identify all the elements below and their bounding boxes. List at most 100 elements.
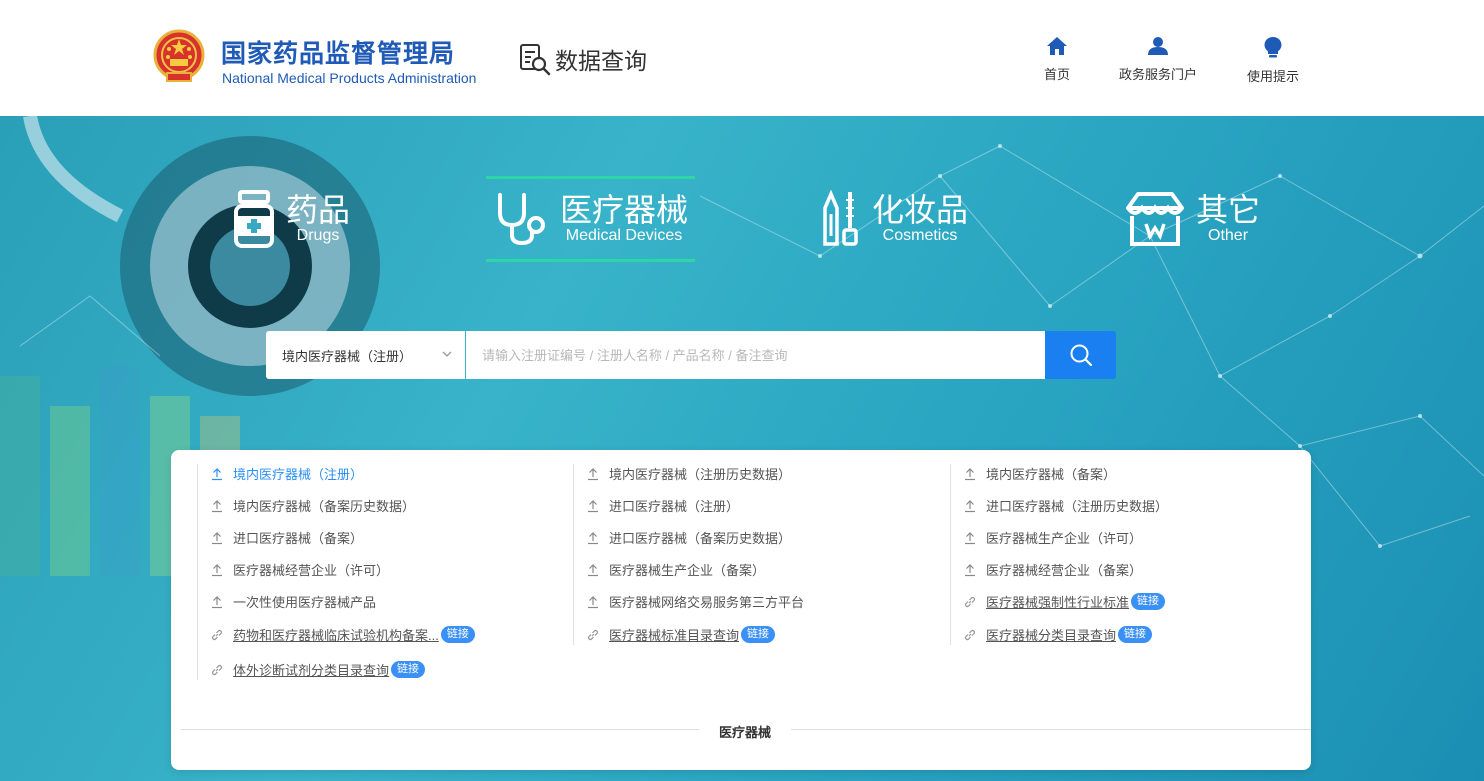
upload-icon xyxy=(588,563,598,576)
dataset-item[interactable]: 医疗器械经营企业（备案） xyxy=(963,560,1142,579)
upload-icon xyxy=(212,499,222,512)
dataset-item[interactable]: 境内医疗器械（备案） xyxy=(963,464,1116,483)
link-icon xyxy=(587,629,599,640)
upload-icon xyxy=(212,467,222,480)
upload-icon xyxy=(588,499,598,512)
store-icon xyxy=(1126,192,1184,246)
category-drugs-cn: 药品 xyxy=(286,192,351,228)
dataset-item[interactable]: 进口医疗器械（注册历史数据） xyxy=(963,496,1168,515)
nav-usage-tips-label: 使用提示 xyxy=(1246,69,1299,84)
logo-title-cn[interactable]: 国家药品监督管理局 xyxy=(221,34,455,70)
data-query-link[interactable]: 数据查询 xyxy=(519,42,647,76)
nav-home-label: 首页 xyxy=(1043,67,1070,82)
dataset-item[interactable]: 医疗器械强制性行业标准 链接 xyxy=(963,592,1166,611)
nav-service-portal[interactable]: 政务服务门户 xyxy=(1098,36,1218,83)
upload-icon xyxy=(588,595,598,608)
nav-usage-tips[interactable]: 使用提示 xyxy=(1213,36,1333,85)
link-badge: 链接 xyxy=(440,626,475,643)
dataset-item-label: 一次性使用医疗器械产品 xyxy=(233,595,377,610)
dataset-item-label: 境内医疗器械（备案） xyxy=(986,467,1117,482)
data-query-icon xyxy=(520,44,551,76)
card-section-label: 医疗器械 xyxy=(699,722,792,741)
dataset-item-label: 医疗器械经营企业（备案） xyxy=(986,563,1143,578)
dataset-item-label: 医疗器械生产企业（备案） xyxy=(609,563,766,578)
home-icon xyxy=(1047,37,1067,55)
dataset-item-label: 进口医疗器械（备案历史数据） xyxy=(609,531,792,546)
dataset-item[interactable]: 进口医疗器械（注册） xyxy=(586,496,739,515)
dataset-item[interactable]: 进口医疗器械（备案历史数据） xyxy=(586,528,791,547)
search-button[interactable] xyxy=(1045,331,1116,379)
dataset-item-label: 进口医疗器械（注册） xyxy=(609,499,740,514)
link-badge: 链接 xyxy=(1131,593,1166,610)
link-badge: 链接 xyxy=(391,661,426,678)
lightbulb-icon xyxy=(1264,37,1282,58)
national-emblem-icon xyxy=(153,29,205,82)
dataset-item-label: 医疗器械经营企业（许可） xyxy=(233,563,390,578)
dataset-item[interactable]: 药物和医疗器械临床试验机构备案... 链接 xyxy=(210,625,475,644)
dataset-item[interactable]: 医疗器械生产企业（许可） xyxy=(963,528,1142,547)
dataset-item[interactable]: 医疗器械标准目录查询 链接 xyxy=(586,625,776,644)
category-medical-devices-cn: 医疗器械 xyxy=(560,192,689,228)
dataset-item[interactable]: 境内医疗器械（注册历史数据） xyxy=(586,464,791,483)
link-icon xyxy=(964,596,976,607)
dataset-item-label: 药物和医疗器械临床试验机构备案... xyxy=(233,628,439,643)
header: 国家药品监督管理局 National Medical Products Admi… xyxy=(0,0,1484,116)
category-other-en: Other xyxy=(1208,227,1249,244)
dataset-item-label: 医疗器械网络交易服务第三方平台 xyxy=(609,595,805,610)
link-icon xyxy=(211,629,223,640)
upload-icon xyxy=(588,467,598,480)
link-icon xyxy=(964,629,976,640)
search-category-select[interactable]: 境内医疗器械（注册） xyxy=(266,331,465,379)
category-cosmetics-cn: 化妆品 xyxy=(872,192,969,228)
upload-icon xyxy=(212,563,222,576)
upload-icon xyxy=(588,531,598,544)
user-icon xyxy=(1148,37,1168,55)
dataset-item-label: 进口医疗器械（注册历史数据） xyxy=(986,499,1169,514)
dataset-item[interactable]: 医疗器械网络交易服务第三方平台 xyxy=(586,592,804,611)
category-drugs[interactable]: 药品 Drugs xyxy=(232,176,350,262)
dataset-item-label: 体外诊断试剂分类目录查询 xyxy=(233,663,390,678)
dataset-item[interactable]: 境内医疗器械（备案历史数据） xyxy=(210,496,415,515)
dataset-list-card: 境内医疗器械（注册） 境内医疗器械（备案历史数据） 进口医疗器械（备案） 医疗器械经营… xyxy=(171,450,1311,770)
category-other-cn: 其它 xyxy=(1196,192,1261,228)
medicine-bottle-icon xyxy=(234,190,274,248)
dataset-item-label: 境内医疗器械（备案历史数据） xyxy=(233,499,416,514)
dataset-item[interactable]: 体外诊断试剂分类目录查询 链接 xyxy=(210,660,426,679)
dataset-item-label: 医疗器械强制性行业标准 xyxy=(986,595,1130,610)
search-input[interactable] xyxy=(466,331,1045,379)
link-badge: 链接 xyxy=(741,626,776,643)
upload-icon xyxy=(965,467,975,480)
dataset-item[interactable]: 一次性使用医疗器械产品 xyxy=(210,592,376,611)
dataset-column-1: 境内医疗器械（注册） 境内医疗器械（备案历史数据） 进口医疗器械（备案） 医疗器械经营… xyxy=(197,464,573,680)
dataset-item-label: 进口医疗器械（备案） xyxy=(233,531,364,546)
upload-icon xyxy=(212,531,222,544)
dataset-item[interactable]: 医疗器械经营企业（许可） xyxy=(210,560,389,579)
hero-banner: 药品 Drugs 医疗器械 Medical Devices 化妆品 Cosmet… xyxy=(0,116,1484,781)
category-cosmetics-en: Cosmetics xyxy=(882,227,958,244)
category-medical-devices-en: Medical Devices xyxy=(565,227,683,244)
nav-service-portal-label: 政务服务门户 xyxy=(1118,67,1197,82)
category-cosmetics[interactable]: 化妆品 Cosmetics xyxy=(820,176,968,262)
chevron-down-icon xyxy=(442,351,452,357)
dataset-item-label: 境内医疗器械（注册历史数据） xyxy=(609,467,792,482)
link-icon xyxy=(211,664,223,675)
category-medical-devices[interactable]: 医疗器械 Medical Devices xyxy=(486,176,695,262)
dataset-column-2: 境内医疗器械（注册历史数据） 进口医疗器械（注册） 进口医疗器械（备案历史数据） 医疗… xyxy=(573,464,949,645)
dataset-item-label: 医疗器械标准目录查询 xyxy=(609,628,740,643)
category-other[interactable]: 其它 Other xyxy=(1124,176,1260,262)
dataset-item[interactable]: 医疗器械生产企业（备案） xyxy=(586,560,765,579)
logo-title-en[interactable]: National Medical Products Administration xyxy=(222,70,476,86)
category-drugs-en: Drugs xyxy=(296,227,340,244)
search-icon xyxy=(1070,344,1092,367)
stethoscope-icon xyxy=(498,193,545,246)
data-query-label: 数据查询 xyxy=(555,48,647,74)
link-badge: 链接 xyxy=(1118,626,1153,643)
upload-icon xyxy=(965,531,975,544)
upload-icon xyxy=(212,595,222,608)
upload-icon xyxy=(965,563,975,576)
upload-icon xyxy=(965,499,975,512)
dataset-item[interactable]: 医疗器械分类目录查询 链接 xyxy=(963,625,1153,644)
dataset-item-label: 医疗器械生产企业（许可） xyxy=(986,531,1143,546)
dataset-item[interactable]: 进口医疗器械（备案） xyxy=(210,528,363,547)
dataset-item[interactable]: 境内医疗器械（注册） xyxy=(210,464,363,483)
